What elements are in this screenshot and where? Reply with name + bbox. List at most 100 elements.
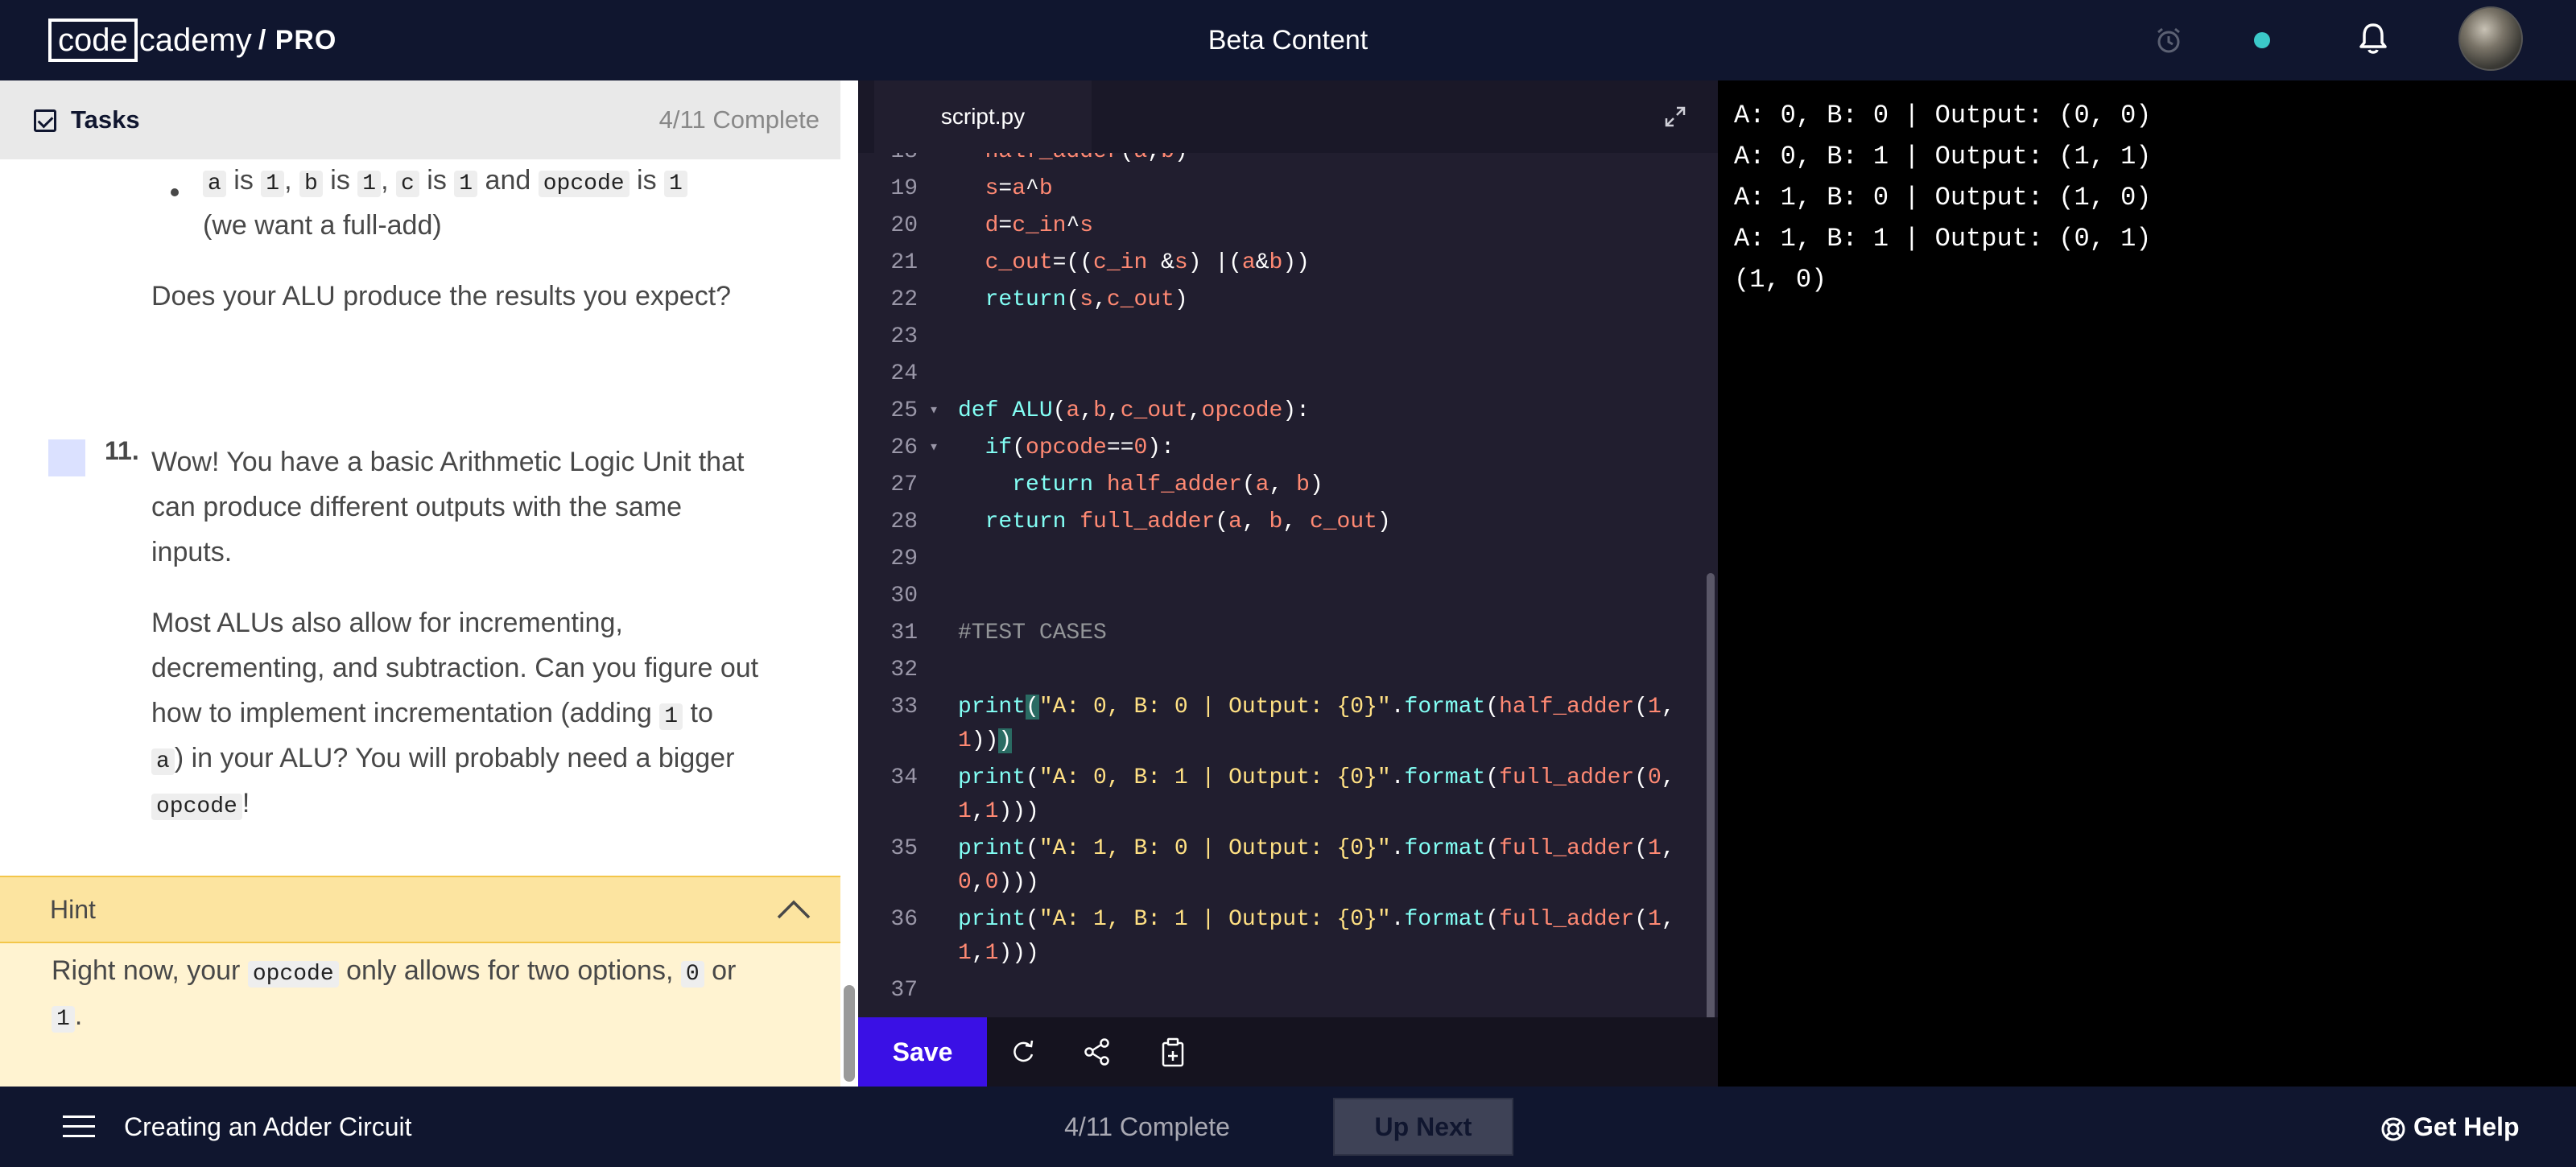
task11-line1: Wow! You have a basic Arithmetic Logic U…: [151, 447, 745, 477]
code-opcode: opcode: [151, 794, 242, 820]
line-number: 22: [890, 287, 918, 312]
line-number: 30: [890, 584, 918, 608]
bullet-dot: [171, 188, 179, 196]
text: Right now, your: [52, 955, 241, 986]
lesson-title[interactable]: Creating an Adder Circuit: [124, 1087, 412, 1167]
code-1: 1: [454, 171, 478, 197]
bullet-line-1: a is 1, b is 1, c is 1 and opcode is 1: [203, 158, 687, 207]
expand-icon[interactable]: [1663, 105, 1687, 129]
task11-p2-line4: a) in your ALU? You will probably need a…: [151, 736, 734, 785]
code-line: 23: [858, 319, 1703, 356]
output-line: A: 0, B: 1 | Output: (1, 1): [1734, 142, 2152, 171]
line-number: 25: [890, 398, 918, 423]
task11-p2-line1: Most ALUs also allow for incrementing,: [151, 608, 623, 638]
refresh-icon[interactable]: [1006, 1035, 1040, 1069]
fold-arrow-icon[interactable]: ▾: [929, 430, 939, 467]
avatar[interactable]: [2458, 6, 2523, 71]
code-1: 1: [659, 703, 683, 730]
copy-icon[interactable]: [1156, 1035, 1190, 1069]
hint-body: Right now, your opcode only allows for t…: [0, 943, 840, 1087]
code-line: 21 c_out=((c_in &s) |(a&b)): [858, 245, 1703, 282]
get-help-button[interactable]: Get Help: [2381, 1087, 2520, 1167]
code-line: 34 print("A: 0, B: 1 | Output: {0}".forma…: [858, 760, 1703, 797]
hint-toggle[interactable]: Hint: [0, 876, 840, 943]
line-number: 23: [890, 324, 918, 349]
output-terminal[interactable]: A: 0, B: 0 | Output: (0, 0) A: 0, B: 1 |…: [1718, 80, 2576, 1087]
text: ) in your ALU? You will probably need a …: [174, 743, 735, 773]
code-line: 37: [858, 972, 1703, 1009]
text-comma: ,: [381, 165, 389, 196]
output-line: A: 0, B: 0 | Output: (0, 0): [1734, 101, 2152, 130]
menu-icon[interactable]: [63, 1115, 95, 1140]
code-line: 29: [858, 541, 1703, 578]
code-1: 1: [664, 171, 687, 197]
code-line: 18 half_adder(a,b): [858, 153, 1703, 171]
code-0: 0: [680, 961, 704, 988]
logo-code: code: [48, 19, 138, 62]
code-line: 26 ▾ if(opcode==0):: [858, 430, 1703, 467]
tab-script-py[interactable]: script.py: [874, 80, 1092, 153]
code-line: 33 print("A: 0, B: 0 | Output: {0}".forma…: [858, 689, 1703, 726]
text: only allows for two options,: [346, 955, 674, 986]
line-number: 33: [890, 695, 918, 720]
task-checkbox[interactable]: [48, 439, 85, 476]
line-number: 18: [858, 153, 918, 171]
instructions-panel: Tasks 4/11 Complete a is 1, b is 1, c is…: [0, 80, 858, 1087]
tasks-header[interactable]: Tasks 4/11 Complete: [0, 80, 840, 159]
top-bar: code cademy / PRO Beta Content: [0, 0, 2576, 80]
text-comma: ,: [284, 165, 292, 196]
chevron-up-icon: [777, 900, 811, 919]
code-line: 25 ▾ def ALU(a,b,c_out,opcode):: [858, 393, 1703, 430]
code-area[interactable]: 18 half_adder(a,b) 19 s=a^b 20 d=c_in^s …: [858, 153, 1703, 1017]
code-line: 1,1))): [958, 799, 1039, 824]
tasks-title: Tasks: [71, 105, 140, 134]
text-is: is: [233, 165, 254, 196]
text-is: is: [637, 165, 657, 196]
alarm-icon[interactable]: [2154, 26, 2183, 55]
status-dot: [2254, 32, 2270, 48]
line-number: 37: [890, 978, 918, 1003]
line-number: 20: [890, 213, 918, 238]
task-number: 11.: [105, 436, 139, 465]
save-button[interactable]: Save: [858, 1017, 987, 1087]
code-editor: script.py 18 half_adder(a,b) 19 s=a^b 20…: [858, 80, 1718, 1087]
editor-scrollbar[interactable]: [1707, 573, 1715, 1024]
code-b: b: [299, 171, 323, 197]
text-is: is: [330, 165, 350, 196]
code-line: 22 return(s,c_out): [858, 282, 1703, 319]
editor-toolbar: Save: [858, 1017, 1718, 1087]
share-icon[interactable]: [1080, 1035, 1114, 1069]
codecademy-logo[interactable]: code cademy / PRO: [48, 18, 336, 63]
code-line: 1,1))): [958, 941, 1039, 966]
get-help-label: Get Help: [2413, 1112, 2520, 1141]
line-number: 24: [890, 361, 918, 386]
tasks-progress: 4/11 Complete: [658, 105, 819, 134]
code-line: 1))): [958, 728, 1013, 753]
code-a: a: [203, 171, 226, 197]
code-a: a: [151, 748, 175, 775]
code-line: 0,0))): [958, 870, 1039, 895]
code-opcode: opcode: [538, 171, 630, 197]
code-1: 1: [357, 171, 382, 197]
code-line: 19 s=a^b: [858, 171, 1703, 208]
text: !: [242, 788, 250, 819]
up-next-button[interactable]: Up Next: [1333, 1098, 1513, 1156]
line-number: 21: [890, 250, 918, 275]
line-number: 19: [890, 176, 918, 201]
fold-arrow-icon[interactable]: ▾: [929, 393, 939, 430]
text: or: [712, 955, 737, 986]
code-line: 32: [858, 652, 1703, 689]
code-line: 36 print("A: 1, B: 1 | Output: {0}".forma…: [858, 901, 1703, 938]
output-line: A: 1, B: 1 | Output: (0, 1): [1734, 224, 2152, 254]
task11-p2-line2: decrementing, and subtraction. Can you f…: [151, 653, 759, 683]
bell-icon[interactable]: [2355, 21, 2391, 56]
code-line: 30: [858, 578, 1703, 615]
line-number: 26: [890, 435, 918, 460]
editor-tabbar: script.py: [858, 80, 1718, 153]
line-number: 36: [890, 907, 918, 932]
instructions-scrollbar[interactable]: [844, 985, 855, 1082]
hint-title: Hint: [50, 895, 96, 924]
task11-p2-line3: how to implement incrementation (adding …: [151, 691, 713, 740]
code-line: 31 #TEST CASES: [858, 615, 1703, 652]
line-number: 35: [890, 836, 918, 861]
